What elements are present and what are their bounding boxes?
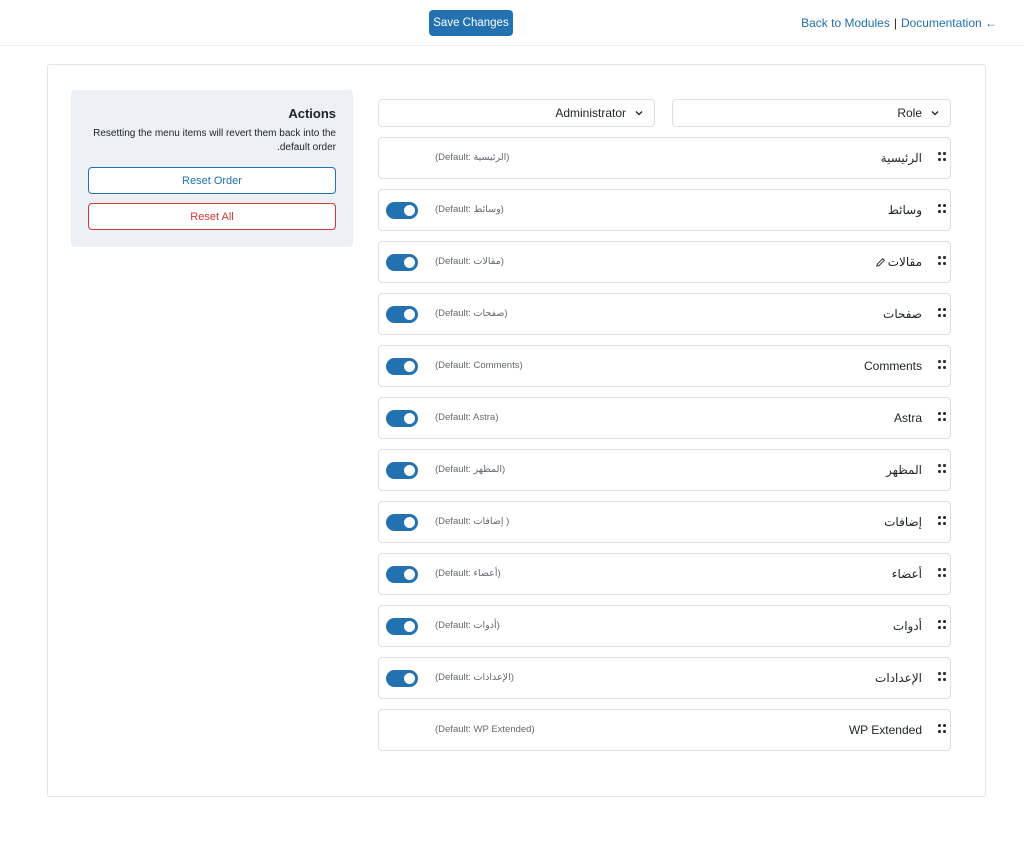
menu-item-default: (Default: أعضاء) <box>435 568 501 579</box>
menu-item-label-wrap: WP Extended <box>849 710 922 750</box>
visibility-toggle[interactable] <box>386 358 418 375</box>
role-select[interactable]: Role <box>672 99 951 127</box>
menu-items-list: الرئيسية (Default: الرئيسية) وسائط (Default… <box>378 137 951 761</box>
drag-handle-icon[interactable] <box>938 672 946 684</box>
menu-item-label: إضافات <box>884 515 922 529</box>
drag-handle-icon[interactable] <box>938 724 946 736</box>
actions-description: Resetting the menu items will revert the… <box>93 128 336 153</box>
drag-handle-icon[interactable] <box>938 464 946 476</box>
save-changes-button[interactable]: Save Changes <box>429 10 513 36</box>
chevron-down-icon <box>634 108 644 118</box>
menu-item-label: المظهر <box>886 463 922 477</box>
chevron-down-icon <box>930 108 940 118</box>
actions-box: Actions Resetting the menu items will re… <box>71 90 353 247</box>
menu-item-label-wrap: المظهر <box>886 450 922 490</box>
drag-handle-icon[interactable] <box>938 152 946 164</box>
link-separator: | <box>893 16 897 30</box>
menu-item[interactable]: WP Extended (Default: WP Extended) <box>378 709 951 751</box>
visibility-toggle[interactable] <box>386 410 418 427</box>
menu-item-label-wrap: الإعدادات <box>875 658 922 698</box>
menu-item-label-wrap: صفحات <box>883 294 922 334</box>
menu-item-label: وسائط <box>887 203 922 217</box>
menu-item-default: (Default: أدوات) <box>435 620 500 631</box>
menu-item-label: أعضاء <box>891 567 922 581</box>
visibility-toggle[interactable] <box>386 254 418 271</box>
drag-handle-icon[interactable] <box>938 412 946 424</box>
visibility-toggle[interactable] <box>386 670 418 687</box>
drag-handle-icon[interactable] <box>938 360 946 372</box>
menu-item-default: (Default: وسائط) <box>435 204 504 215</box>
menu-item[interactable]: إضافات (Default: إضافات ) <box>378 501 951 543</box>
drag-handle-icon[interactable] <box>938 516 946 528</box>
top-bar: Save Changes Back to Modules | Documenta… <box>0 0 1024 46</box>
drag-handle-icon[interactable] <box>938 204 946 216</box>
visibility-toggle[interactable] <box>386 462 418 479</box>
menu-item[interactable]: أعضاء (Default: أعضاء) <box>378 553 951 595</box>
role-value-text: Administrator <box>555 106 626 120</box>
menu-item[interactable]: صفحات (Default: صفحات) <box>378 293 951 335</box>
menu-item-default: (Default: الإعدادات) <box>435 672 514 683</box>
menu-item[interactable]: مقالات (Default: مقالات) <box>378 241 951 283</box>
drag-handle-icon[interactable] <box>938 308 946 320</box>
menu-item[interactable]: أدوات (Default: أدوات) <box>378 605 951 647</box>
menu-item[interactable]: الإعدادات (Default: الإعدادات) <box>378 657 951 699</box>
menu-item-default: (Default: Comments) <box>435 360 523 371</box>
menu-item[interactable]: وسائط (Default: وسائط) <box>378 189 951 231</box>
pencil-icon <box>875 257 886 268</box>
role-value-select[interactable]: Administrator <box>378 99 655 127</box>
menu-item[interactable]: المظهر (Default: المظهر) <box>378 449 951 491</box>
menu-item-label: الإعدادات <box>875 671 922 685</box>
menu-item-label-wrap: أعضاء <box>892 554 922 594</box>
reset-order-button[interactable]: Reset Order <box>88 167 336 194</box>
menu-item-label: WP Extended <box>848 723 922 737</box>
menu-item-label-wrap: الرئيسية <box>881 138 922 178</box>
visibility-toggle[interactable] <box>386 566 418 583</box>
menu-item-default: (Default: إضافات ) <box>435 516 510 527</box>
menu-item-label: أدوات <box>892 619 922 633</box>
top-links: Back to Modules | Documentation ← <box>801 16 997 30</box>
menu-item-label-wrap: أدوات <box>893 606 922 646</box>
menu-item-label-wrap: Comments <box>864 346 922 386</box>
menu-item-default: (Default: WP Extended) <box>435 724 535 735</box>
menu-item-label: الرئيسية <box>880 151 922 165</box>
menu-item-label: Astra <box>893 411 922 425</box>
documentation-link[interactable]: Documentation ← <box>901 16 997 30</box>
menu-item-default: (Default: Astra) <box>435 412 499 423</box>
menu-item[interactable]: Astra (Default: Astra) <box>378 397 951 439</box>
menu-item-label: صفحات <box>883 307 922 321</box>
menu-item-label: مقالات <box>887 255 922 269</box>
visibility-toggle[interactable] <box>386 306 418 323</box>
menu-item-default: (Default: صفحات) <box>435 308 508 319</box>
drag-handle-icon[interactable] <box>938 568 946 580</box>
visibility-toggle[interactable] <box>386 202 418 219</box>
menu-item-label-wrap: مقالات <box>875 242 922 282</box>
menu-item[interactable]: Comments (Default: Comments) <box>378 345 951 387</box>
menu-item-default: (Default: المظهر) <box>435 464 506 475</box>
visibility-toggle[interactable] <box>386 514 418 531</box>
menu-item-default: (Default: مقالات) <box>435 256 504 267</box>
drag-handle-icon[interactable] <box>938 256 946 268</box>
menu-item-default: (Default: الرئيسية) <box>435 152 510 163</box>
back-to-modules-link[interactable]: Back to Modules <box>801 16 890 30</box>
actions-title: Actions <box>288 106 336 121</box>
visibility-toggle[interactable] <box>386 618 418 635</box>
menu-item[interactable]: الرئيسية (Default: الرئيسية) <box>378 137 951 179</box>
menu-item-label-wrap: Astra <box>894 398 922 438</box>
menu-item-label-wrap: إضافات <box>884 502 922 542</box>
menu-item-label-wrap: وسائط <box>888 190 922 230</box>
menu-item-label: Comments <box>863 359 922 373</box>
drag-handle-icon[interactable] <box>938 620 946 632</box>
reset-all-button[interactable]: Reset All <box>88 203 336 230</box>
role-select-text: Role <box>897 106 922 120</box>
